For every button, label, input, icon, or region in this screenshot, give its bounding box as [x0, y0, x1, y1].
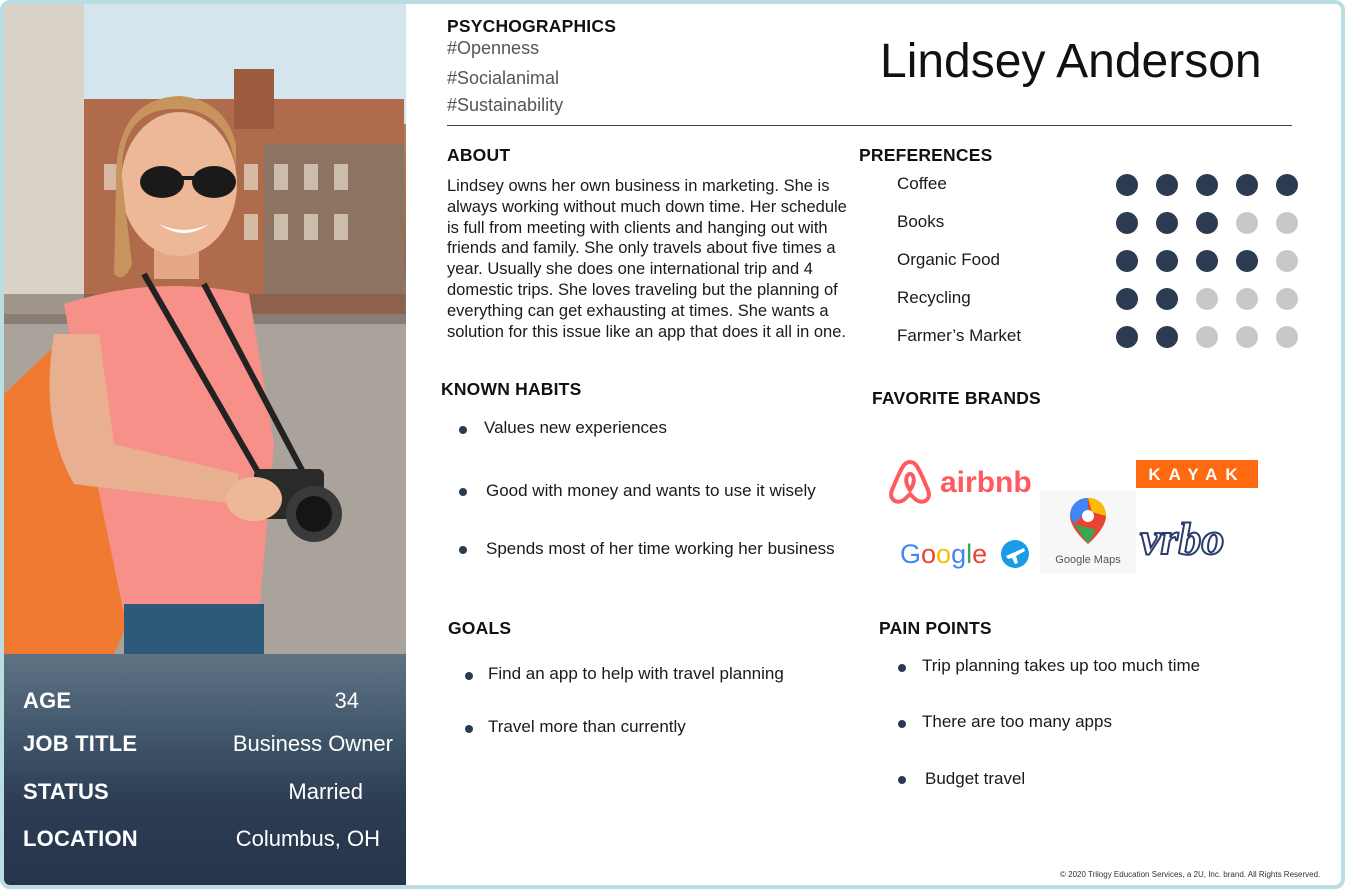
- rating-dot-empty: [1196, 326, 1218, 348]
- bullet-icon: [898, 720, 906, 728]
- svg-text:airbnb: airbnb: [940, 466, 1032, 499]
- about-text: Lindsey owns her own business in marketi…: [447, 177, 847, 341]
- rating-dot-filled: [1196, 174, 1218, 196]
- rating-dot-filled: [1196, 250, 1218, 272]
- header-divider: [447, 125, 1292, 126]
- goals-heading: GOALS: [448, 618, 512, 638]
- airbnb-logo: airbnb: [888, 456, 1040, 511]
- rating-dot-empty: [1236, 288, 1258, 310]
- preferences-heading: PREFERENCES: [859, 145, 993, 165]
- status-label: STATUS: [23, 779, 109, 804]
- psychographic-tag: #Socialanimal: [447, 68, 560, 88]
- vrbo-logo: vrbo: [1138, 512, 1270, 571]
- rating-dot-filled: [1156, 212, 1178, 234]
- bullet-icon: [465, 725, 473, 733]
- rating-dot-filled: [1116, 250, 1138, 272]
- bullet-icon: [898, 776, 906, 784]
- copyright-text: © 2020 Trilogy Education Services, a 2U,…: [1060, 870, 1321, 879]
- svg-text:vrbo: vrbo: [1140, 514, 1224, 564]
- rating-dot-filled: [1156, 250, 1178, 272]
- rating-dot-filled: [1116, 326, 1138, 348]
- about-heading: ABOUT: [447, 145, 511, 165]
- google-flights-logo: Google: [900, 534, 1032, 579]
- psychographic-tag: #Sustainability: [447, 95, 564, 115]
- bullet-icon: [898, 664, 906, 672]
- goal-item: Find an app to help with travel planning: [488, 664, 784, 683]
- kayak-logo: KAYAK: [1136, 460, 1258, 493]
- svg-text:Google Maps: Google Maps: [1055, 554, 1121, 566]
- rating-dot-filled: [1156, 174, 1178, 196]
- location-value: Columbus, OH: [235, 826, 380, 851]
- svg-text:Google: Google: [900, 539, 987, 569]
- rating-dot-filled: [1236, 174, 1258, 196]
- rating-dot-filled: [1276, 174, 1298, 196]
- habit-item: Spends most of her time working her busi…: [486, 539, 835, 558]
- rating-dot-empty: [1276, 250, 1298, 272]
- bullet-icon: [459, 546, 467, 554]
- pain-point-item: There are too many apps: [922, 712, 1112, 731]
- persona-card: AGE 34 JOB TITLE Business Owner STATUS M…: [0, 0, 1345, 889]
- bullet-icon: [465, 672, 473, 680]
- bullet-icon: [459, 426, 467, 434]
- rating-dot-filled: [1116, 212, 1138, 234]
- rating-dot-filled: [1196, 212, 1218, 234]
- age-value: 34: [334, 688, 359, 713]
- habit-item: Good with money and wants to use it wise…: [486, 481, 816, 500]
- preference-label: Farmer’s Market: [897, 326, 1022, 345]
- favorite-brands-heading: FAVORITE BRANDS: [872, 388, 1041, 408]
- pain-point-item: Trip planning takes up too much time: [922, 656, 1201, 675]
- rating-dot-filled: [1156, 288, 1178, 310]
- preference-label: Organic Food: [897, 250, 1000, 269]
- rating-dot-filled: [1116, 174, 1138, 196]
- rating-dot-empty: [1276, 212, 1298, 234]
- known-habits-heading: KNOWN HABITS: [441, 379, 582, 399]
- goal-item: Travel more than currently: [488, 717, 686, 736]
- rating-dot-empty: [1196, 288, 1218, 310]
- bullet-icon: [459, 488, 467, 496]
- psychographics-heading: PSYCHOGRAPHICS: [447, 16, 617, 36]
- location-label: LOCATION: [23, 826, 138, 851]
- photo-illustration: [4, 4, 406, 654]
- rating-dot-filled: [1156, 326, 1178, 348]
- habit-item: Values new experiences: [484, 418, 668, 437]
- google-maps-logo: Google Maps: [1040, 490, 1136, 574]
- rating-dot-empty: [1236, 212, 1258, 234]
- job-title-label: JOB TITLE: [23, 731, 138, 756]
- rating-dot-filled: [1116, 288, 1138, 310]
- preference-label: Books: [897, 212, 945, 231]
- psychographic-tag: #Openness: [447, 38, 540, 58]
- preference-label: Coffee: [897, 174, 947, 193]
- rating-dot-empty: [1236, 326, 1258, 348]
- persona-photo: [4, 4, 406, 654]
- pain-points-heading: PAIN POINTS: [879, 618, 992, 638]
- pain-point-item: Budget travel: [925, 769, 1026, 788]
- age-label: AGE: [23, 688, 72, 713]
- svg-text:KAYAK: KAYAK: [1148, 465, 1245, 484]
- persona-stats: AGE 34 JOB TITLE Business Owner STATUS M…: [4, 654, 406, 885]
- persona-name: Lindsey Anderson: [880, 35, 1262, 88]
- preference-label: Recycling: [897, 288, 971, 307]
- rating-dot-empty: [1276, 326, 1298, 348]
- rating-dot-filled: [1236, 250, 1258, 272]
- rating-dot-empty: [1276, 288, 1298, 310]
- status-value: Married: [288, 779, 363, 804]
- job-title-value: Business Owner: [232, 731, 393, 756]
